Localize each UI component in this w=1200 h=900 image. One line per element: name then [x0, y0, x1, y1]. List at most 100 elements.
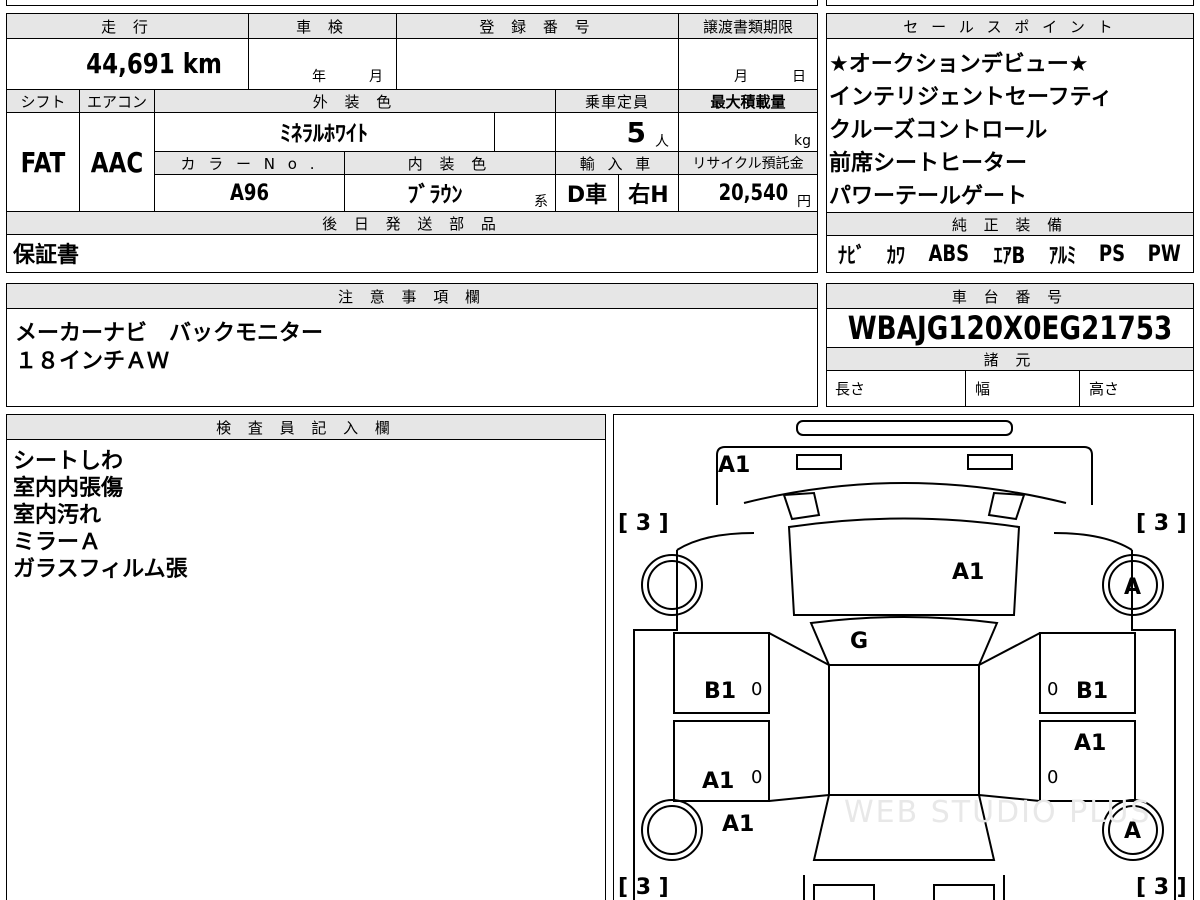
equipment-item: PS	[1098, 241, 1125, 267]
max-load-unit: kg	[794, 133, 811, 149]
inspector-notes-box: 検 査 員 記 入 欄 シートしわ 室内内張傷 室内汚れ ミラーＡ ガラスフィル…	[6, 414, 606, 900]
inspection-month-unit: 月	[369, 69, 383, 85]
length-label: 長さ	[835, 379, 866, 398]
mark-windshield: G	[850, 629, 869, 654]
grid-line	[248, 14, 249, 89]
mileage-label: 走 行	[7, 14, 248, 38]
import-side-value: D車	[566, 183, 608, 208]
specs-label: 諸 元	[827, 348, 1193, 370]
aircon-value: AAC	[90, 145, 144, 179]
grid-line	[79, 89, 80, 211]
later-parts-value: 保証書	[13, 243, 80, 268]
grid-line	[155, 174, 817, 175]
inspector-notes-label: 検 査 員 記 入 欄	[7, 415, 605, 439]
top-strip-remnant	[6, 0, 818, 6]
grid-line	[7, 112, 817, 113]
steering-value: 右H	[628, 183, 669, 208]
grid-line	[155, 151, 817, 152]
grid-line	[1079, 370, 1080, 406]
color-no-value: A96	[229, 180, 270, 206]
max-load-label: 最大積載量	[679, 90, 817, 112]
grid-line	[618, 174, 619, 211]
registration-label: 登 録 番 号	[397, 14, 678, 38]
mark-door-front-left: B1	[704, 679, 737, 704]
grid-line	[7, 89, 817, 90]
bracket-top-left: [ 3 ]	[618, 511, 669, 536]
grid-line	[678, 14, 679, 211]
inspection-year-unit: 年	[312, 69, 326, 85]
sales-point-item: 前席シートヒーター	[829, 151, 1028, 176]
width-label: 幅	[975, 379, 991, 398]
chassis-no-label: 車 台 番 号	[827, 284, 1193, 308]
notes-label: 注 意 事 項 欄	[7, 284, 817, 308]
grid-line	[396, 14, 397, 89]
capacity-value: 5	[626, 115, 646, 149]
height-label: 高さ	[1089, 379, 1120, 398]
sales-point-item: パワーテールゲート	[829, 184, 1028, 209]
grid-line	[7, 439, 605, 440]
aircon-label: エアコン	[80, 90, 154, 112]
sales-points-box: セ ー ル ス ポ イ ン ト ★オークションデビュー★ インテリジェントセーフ…	[826, 13, 1194, 273]
grid-line	[965, 370, 966, 406]
grid-line	[494, 112, 495, 151]
color-no-label: カ ラ ー N o .	[155, 152, 344, 174]
mark-front-bumper: A1	[718, 453, 751, 478]
inspection-label: 車 検	[249, 14, 396, 38]
deadline-day-unit: 日	[792, 69, 806, 85]
capacity-unit: 人	[655, 134, 669, 150]
bracket-bottom-left: [ 3 ]	[618, 875, 669, 900]
notes-line: １８インチＡＷ	[15, 349, 170, 374]
mark-quarter-left: A1	[722, 812, 755, 837]
equipment-item: ｱﾙﾐ	[1048, 244, 1076, 269]
equipment-item: ﾅﾋﾞ	[838, 244, 866, 269]
mark-door-front-right: B1	[1076, 679, 1109, 704]
grid-line	[555, 89, 556, 211]
grid-line	[7, 211, 817, 212]
recycle-fee-unit: 円	[797, 194, 811, 210]
chassis-no-value: WBAJG120X0EG21753	[847, 309, 1173, 347]
recycle-fee-label: リサイクル預託金	[679, 152, 817, 174]
equipment-item: ABS	[928, 241, 970, 267]
sales-point-item: ★オークションデビュー★	[829, 52, 1089, 77]
bracket-top-right: [ 3 ]	[1136, 511, 1187, 536]
mark-door-rear-right-zero: 0	[1047, 767, 1059, 788]
vehicle-spec-table: 走 行 車 検 登 録 番 号 譲渡書類期限 44,691 km 年 月 月 日…	[6, 13, 818, 273]
genuine-equipment-label: 純 正 装 備	[827, 213, 1193, 235]
equipment-item: ｶﾜ	[887, 244, 906, 269]
exterior-color-value: ﾐﾈﾗﾙﾎﾜｲﾄ	[279, 122, 368, 147]
grid-line	[344, 151, 345, 211]
mark-door-rear-left-zero: 0	[751, 767, 763, 788]
grid-line	[827, 370, 1193, 371]
mark-door-rear-left: A1	[702, 769, 735, 794]
mark-hood: A1	[952, 560, 985, 585]
deadline-month-unit: 月	[734, 69, 748, 85]
grid-line	[827, 38, 1193, 39]
shift-value: FAT	[20, 145, 66, 179]
sales-point-item: インテリジェントセーフティ	[829, 85, 1113, 110]
damage-diagram: [ 3 ] [ 3 ] [ 3 ] [ 3 ] A1 A1 G A A B1 0…	[613, 414, 1194, 900]
exterior-color-label: 外 装 色	[155, 90, 555, 112]
capacity-label: 乗車定員	[556, 90, 678, 112]
mark-wheel-front-right: A	[1124, 575, 1142, 600]
chassis-box: 車 台 番 号 WBAJG120X0EG21753 諸 元 長さ 幅 高さ	[826, 283, 1194, 407]
equipment-item: ｴｱB	[993, 244, 1026, 269]
grid-line	[827, 235, 1193, 236]
recycle-fee-value: 20,540	[718, 180, 789, 206]
bracket-bottom-right: [ 3 ]	[1136, 875, 1187, 900]
later-parts-label: 後 日 発 送 部 品	[7, 212, 817, 234]
equipment-list: ﾅﾋﾞ ｶﾜ ABS ｴｱB ｱﾙﾐ PS PW	[827, 238, 1193, 270]
mark-door-rear-right: A1	[1074, 731, 1107, 756]
shift-label: シフト	[7, 90, 79, 112]
interior-color-label: 内 装 色	[345, 152, 555, 174]
grid-line	[7, 38, 817, 39]
sales-points-label: セ ー ル ス ポ イ ン ト	[827, 14, 1193, 38]
interior-color-value: ﾌﾞﾗｳﾝ	[407, 183, 463, 208]
interior-color-kei: 系	[534, 194, 548, 210]
sales-point-item: クルーズコントロール	[829, 118, 1048, 143]
mileage-value: 44,691 km	[86, 47, 222, 80]
mark-door-front-right-zero: 0	[1047, 679, 1059, 700]
equipment-item: PW	[1147, 241, 1181, 267]
notes-box: 注 意 事 項 欄 メーカーナビ バックモニター １８インチＡＷ	[6, 283, 818, 407]
watermark: WEB STUDIO PLUS	[844, 795, 1152, 830]
grid-line	[7, 234, 817, 235]
